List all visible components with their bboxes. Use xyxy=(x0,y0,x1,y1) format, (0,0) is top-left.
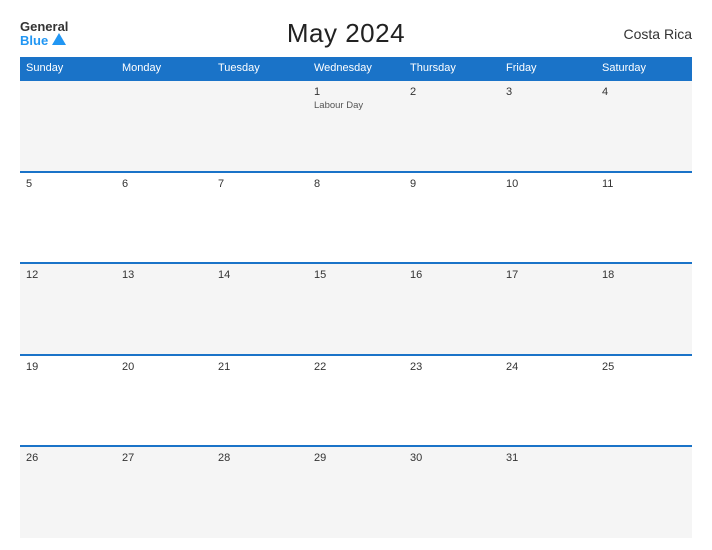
day-number: 2 xyxy=(410,86,494,98)
calendar-cell: 31 xyxy=(500,446,596,538)
day-number: 18 xyxy=(602,269,686,281)
calendar-cell: 18 xyxy=(596,263,692,355)
col-saturday: Saturday xyxy=(596,57,692,80)
calendar-cell: 5 xyxy=(20,172,116,264)
day-number: 5 xyxy=(26,178,110,190)
calendar-title: May 2024 xyxy=(287,18,405,49)
calendar-cell: 22 xyxy=(308,355,404,447)
day-number: 10 xyxy=(506,178,590,190)
day-number: 22 xyxy=(314,361,398,373)
calendar-cell: 27 xyxy=(116,446,212,538)
calendar-cell xyxy=(116,80,212,172)
day-number: 6 xyxy=(122,178,206,190)
day-number: 20 xyxy=(122,361,206,373)
calendar-cell: 12 xyxy=(20,263,116,355)
holiday-label: Labour Day xyxy=(314,100,398,111)
calendar-cell: 26 xyxy=(20,446,116,538)
day-number: 13 xyxy=(122,269,206,281)
calendar-cell: 15 xyxy=(308,263,404,355)
col-friday: Friday xyxy=(500,57,596,80)
calendar-table: Sunday Monday Tuesday Wednesday Thursday… xyxy=(20,57,692,538)
calendar-cell: 2 xyxy=(404,80,500,172)
calendar-cell: 7 xyxy=(212,172,308,264)
day-number: 21 xyxy=(218,361,302,373)
calendar-cell: 4 xyxy=(596,80,692,172)
calendar-cell: 10 xyxy=(500,172,596,264)
day-number: 8 xyxy=(314,178,398,190)
day-number: 4 xyxy=(602,86,686,98)
day-number: 11 xyxy=(602,178,686,190)
calendar-cell: 30 xyxy=(404,446,500,538)
calendar-cell: 16 xyxy=(404,263,500,355)
calendar-cell: 24 xyxy=(500,355,596,447)
logo-general-text: General xyxy=(20,20,68,33)
calendar-header: General Blue May 2024 Costa Rica xyxy=(20,18,692,49)
day-number: 26 xyxy=(26,452,110,464)
calendar-cell xyxy=(20,80,116,172)
col-monday: Monday xyxy=(116,57,212,80)
calendar-cell: 20 xyxy=(116,355,212,447)
calendar-body: 1Labour Day23456789101112131415161718192… xyxy=(20,80,692,538)
day-number: 24 xyxy=(506,361,590,373)
calendar-cell: 6 xyxy=(116,172,212,264)
calendar-cell: 25 xyxy=(596,355,692,447)
day-number: 27 xyxy=(122,452,206,464)
calendar-cell: 9 xyxy=(404,172,500,264)
calendar-cell: 28 xyxy=(212,446,308,538)
day-number: 25 xyxy=(602,361,686,373)
day-number: 7 xyxy=(218,178,302,190)
calendar-cell: 14 xyxy=(212,263,308,355)
country-label: Costa Rica xyxy=(624,26,692,42)
logo-blue-text: Blue xyxy=(20,34,48,47)
calendar-cell: 17 xyxy=(500,263,596,355)
day-number: 16 xyxy=(410,269,494,281)
col-sunday: Sunday xyxy=(20,57,116,80)
calendar-cell: 11 xyxy=(596,172,692,264)
day-number: 31 xyxy=(506,452,590,464)
day-number: 19 xyxy=(26,361,110,373)
calendar-cell xyxy=(212,80,308,172)
calendar-cell: 21 xyxy=(212,355,308,447)
calendar-cell: 29 xyxy=(308,446,404,538)
day-number: 9 xyxy=(410,178,494,190)
day-number: 15 xyxy=(314,269,398,281)
calendar-cell xyxy=(596,446,692,538)
calendar-cell: 3 xyxy=(500,80,596,172)
calendar-cell: 19 xyxy=(20,355,116,447)
calendar-cell: 8 xyxy=(308,172,404,264)
day-number: 12 xyxy=(26,269,110,281)
calendar-cell: 23 xyxy=(404,355,500,447)
logo-triangle-icon xyxy=(52,33,66,45)
calendar-header-row: Sunday Monday Tuesday Wednesday Thursday… xyxy=(20,57,692,80)
day-number: 14 xyxy=(218,269,302,281)
col-tuesday: Tuesday xyxy=(212,57,308,80)
day-number: 23 xyxy=(410,361,494,373)
calendar-cell: 13 xyxy=(116,263,212,355)
col-thursday: Thursday xyxy=(404,57,500,80)
day-number: 30 xyxy=(410,452,494,464)
day-number: 3 xyxy=(506,86,590,98)
col-wednesday: Wednesday xyxy=(308,57,404,80)
day-number: 28 xyxy=(218,452,302,464)
day-number: 1 xyxy=(314,86,398,98)
day-number: 17 xyxy=(506,269,590,281)
calendar-page: General Blue May 2024 Costa Rica Sunday … xyxy=(0,0,712,550)
logo: General Blue xyxy=(20,20,68,47)
day-number: 29 xyxy=(314,452,398,464)
calendar-cell: 1 Labour Day xyxy=(308,80,404,172)
